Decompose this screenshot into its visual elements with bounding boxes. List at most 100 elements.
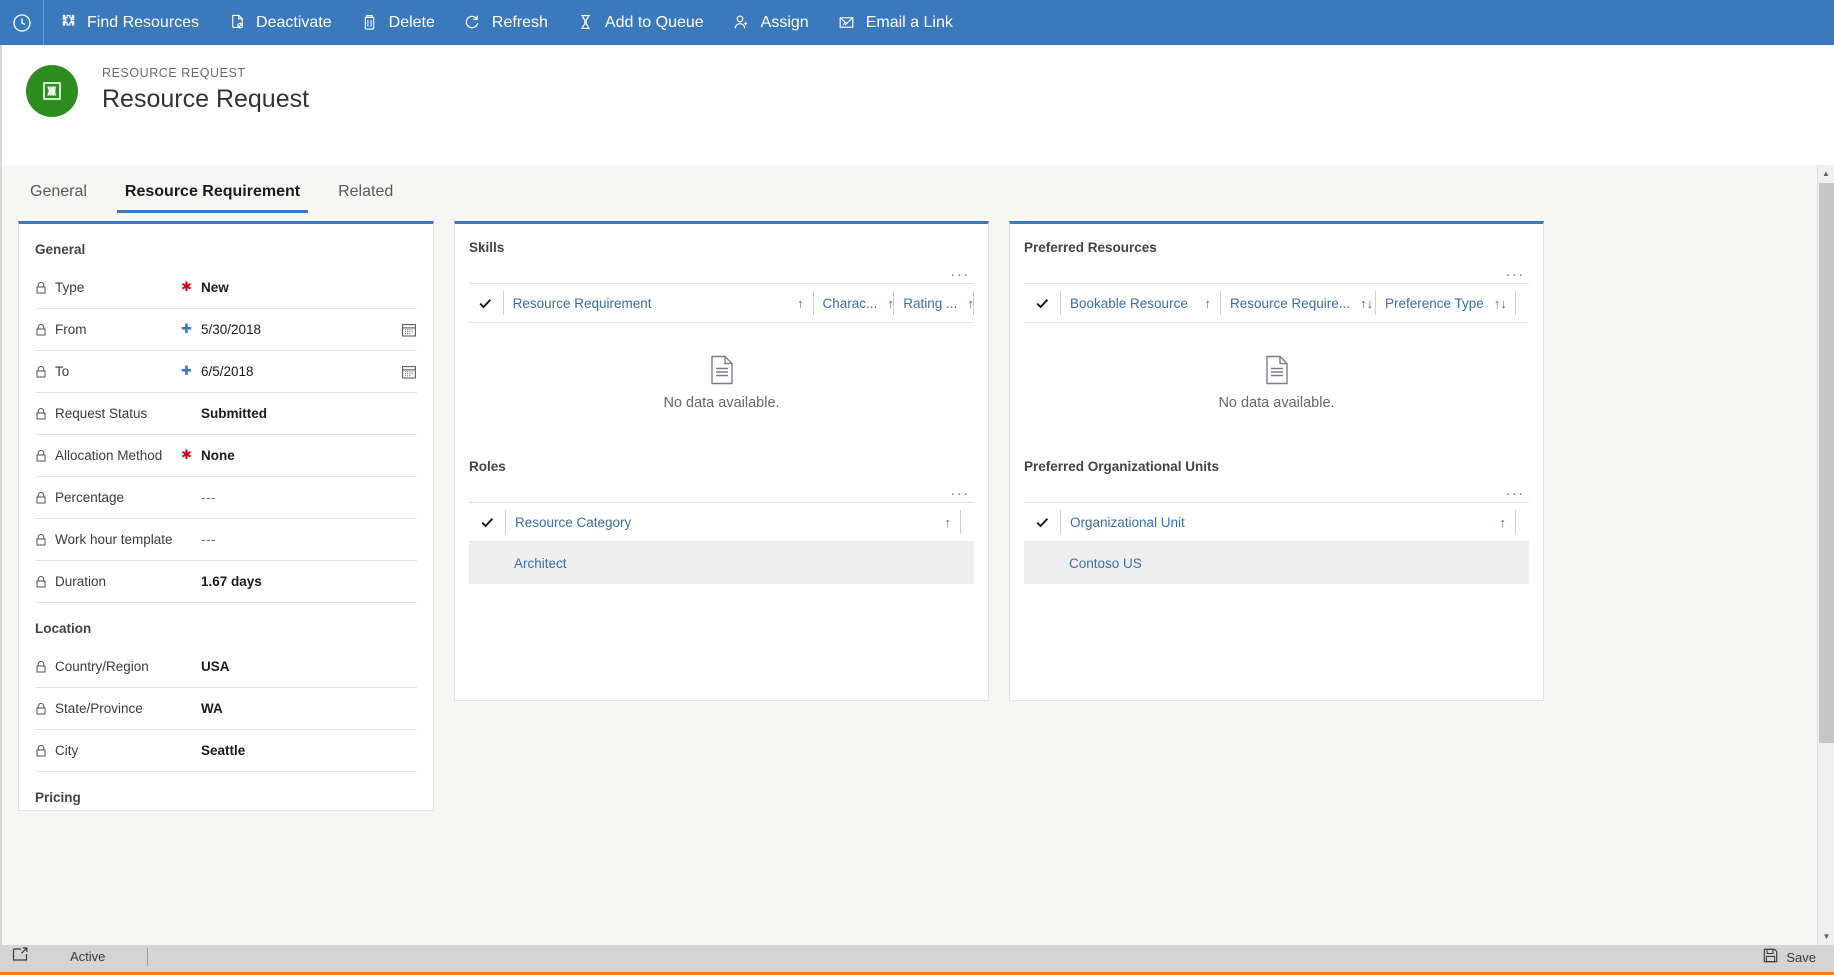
save-label: Save: [1786, 949, 1816, 965]
avatar: [26, 65, 78, 117]
preferred-resources-column-headers: Bookable Resource ↑ Resource Require... …: [1024, 283, 1529, 323]
pou-cell-organizational-unit[interactable]: Contoso US: [1024, 556, 1142, 571]
home-button[interactable]: [0, 0, 44, 45]
lock-icon: [35, 660, 53, 673]
field-value: 6/5/2018: [201, 364, 254, 379]
select-all-checkmark-icon[interactable]: [1024, 515, 1060, 530]
select-all-checkmark-icon[interactable]: [469, 515, 505, 530]
pr-col-bookable-resource[interactable]: Bookable Resource ↑: [1060, 291, 1220, 315]
deactivate-label: Deactivate: [256, 13, 332, 31]
save-button[interactable]: Save: [1763, 948, 1816, 966]
email-a-link-button[interactable]: Email a Link: [823, 0, 967, 45]
sort-both-icon: ↑↓: [1493, 295, 1507, 311]
trash-icon: [360, 13, 380, 33]
col-label: Rating ...: [903, 295, 958, 311]
field-label: Duration: [55, 574, 107, 589]
field-row-percentage[interactable]: Percentage ---: [35, 477, 417, 519]
skills-col-characteristic[interactable]: Charac... ↑↓: [812, 291, 893, 315]
col-label: Resource Requirement: [512, 295, 652, 311]
required-marker: ✱: [181, 447, 192, 462]
tab-general[interactable]: General: [18, 183, 99, 213]
add-to-queue-button[interactable]: Add to Queue: [562, 0, 718, 45]
pr-col-resource-requirement[interactable]: Resource Require... ↑↓: [1220, 291, 1375, 315]
field-row-type[interactable]: Type ✱ New: [35, 267, 417, 309]
field-row-request-status[interactable]: Request Status Submitted: [35, 393, 417, 435]
vertical-scrollbar[interactable]: ▲ ▼: [1817, 165, 1834, 945]
deactivate-icon: [227, 13, 247, 33]
delete-label: Delete: [388, 13, 435, 31]
lock-icon: [35, 281, 53, 294]
calendar-icon[interactable]: [401, 364, 417, 380]
refresh-button[interactable]: Refresh: [449, 0, 562, 45]
record-header: RESOURCE REQUEST Resource Request: [0, 45, 1834, 165]
skills-roles-card: Skills ... Resource Requirement ↑ Charac…: [454, 221, 989, 701]
sort-both-icon: ↑↓: [1360, 295, 1374, 311]
lock-icon: [35, 702, 53, 715]
popout-icon[interactable]: [12, 947, 28, 967]
field-value: ---: [201, 490, 216, 505]
lock-icon: [35, 365, 53, 378]
col-label: Bookable Resource: [1070, 295, 1188, 311]
field-value: WA: [201, 701, 223, 716]
field-row-country-region[interactable]: Country/Region USA: [35, 646, 417, 688]
skills-column-headers: Resource Requirement ↑ Charac... ↑↓ Rati…: [469, 283, 974, 323]
field-row-to[interactable]: To ✚ 6/5/2018: [35, 351, 417, 393]
preferred-org-units-more-commands-button[interactable]: ...: [1010, 474, 1543, 502]
roles-column-headers: Resource Category ↑: [469, 502, 974, 542]
refresh-label: Refresh: [491, 13, 548, 31]
roles-more-commands-button[interactable]: ...: [455, 474, 988, 502]
scrollbar-thumb[interactable]: [1819, 183, 1834, 743]
section-header-pricing: Pricing: [35, 790, 81, 805]
field-value: 1.67 days: [201, 574, 262, 589]
tab-related[interactable]: Related: [326, 183, 405, 213]
queue-icon: [576, 13, 596, 33]
preferred-resources-empty-text: No data available.: [1218, 395, 1335, 411]
assign-label: Assign: [760, 13, 809, 31]
subgrid-title-preferred-org-units: Preferred Organizational Units: [1024, 459, 1220, 474]
deactivate-button[interactable]: Deactivate: [213, 0, 346, 45]
select-all-checkmark-icon[interactable]: [469, 296, 503, 311]
pr-col-preference-type[interactable]: Preference Type ↑↓: [1375, 291, 1516, 315]
tab-resource-requirement[interactable]: Resource Requirement: [113, 183, 312, 213]
find-resources-button[interactable]: Find Resources: [44, 0, 213, 45]
skills-more-commands-button[interactable]: ...: [455, 255, 988, 283]
form-body: General Resource Requirement Related Gen…: [0, 165, 1834, 945]
skills-col-rating[interactable]: Rating ... ↑↓: [893, 291, 974, 315]
status-badge: Active: [70, 948, 149, 966]
field-row-from[interactable]: From ✚ 5/30/2018: [35, 309, 417, 351]
assign-button[interactable]: Assign: [718, 0, 823, 45]
skills-empty-state: No data available.: [455, 323, 988, 443]
field-value: None: [201, 448, 235, 463]
calendar-icon[interactable]: [401, 322, 417, 338]
field-row-state-province[interactable]: State/Province WA: [35, 688, 417, 730]
refresh-icon: [463, 13, 483, 33]
pou-col-organizational-unit[interactable]: Organizational Unit ↑: [1060, 510, 1516, 534]
field-row-allocation-method[interactable]: Allocation Method ✱ None: [35, 435, 417, 477]
col-label: Resource Category: [515, 514, 632, 530]
page-title: Resource Request: [102, 85, 310, 113]
field-row-work-hour-template[interactable]: Work hour template ---: [35, 519, 417, 561]
table-row[interactable]: Contoso US: [1024, 542, 1529, 584]
roles-cell-resource-category[interactable]: Architect: [469, 556, 567, 571]
scroll-down-arrow-icon[interactable]: ▼: [1818, 928, 1834, 945]
roles-col-resource-category[interactable]: Resource Category ↑: [505, 510, 961, 534]
resource-request-icon: [43, 82, 61, 100]
table-row[interactable]: Architect: [469, 542, 974, 584]
required-marker: ✱: [181, 279, 192, 294]
person-assign-icon: [732, 13, 752, 33]
delete-button[interactable]: Delete: [346, 0, 449, 45]
field-label: Type: [55, 280, 85, 295]
preferred-org-units-column-headers: Organizational Unit ↑: [1024, 502, 1529, 542]
scroll-up-arrow-icon[interactable]: ▲: [1818, 165, 1834, 182]
section-header-general: General: [35, 242, 86, 257]
select-all-checkmark-icon[interactable]: [1024, 296, 1060, 311]
preferred-resources-more-commands-button[interactable]: ...: [1010, 255, 1543, 283]
subgrid-title-roles: Roles: [469, 459, 506, 474]
skills-col-resource-requirement[interactable]: Resource Requirement ↑: [502, 291, 813, 315]
lock-icon: [35, 449, 53, 462]
email-a-link-label: Email a Link: [865, 13, 953, 31]
field-row-duration[interactable]: Duration 1.67 days: [35, 561, 417, 603]
find-resources-label: Find Resources: [87, 13, 200, 31]
required-marker: ✚: [181, 321, 192, 336]
field-row-city[interactable]: City Seattle: [35, 730, 417, 772]
